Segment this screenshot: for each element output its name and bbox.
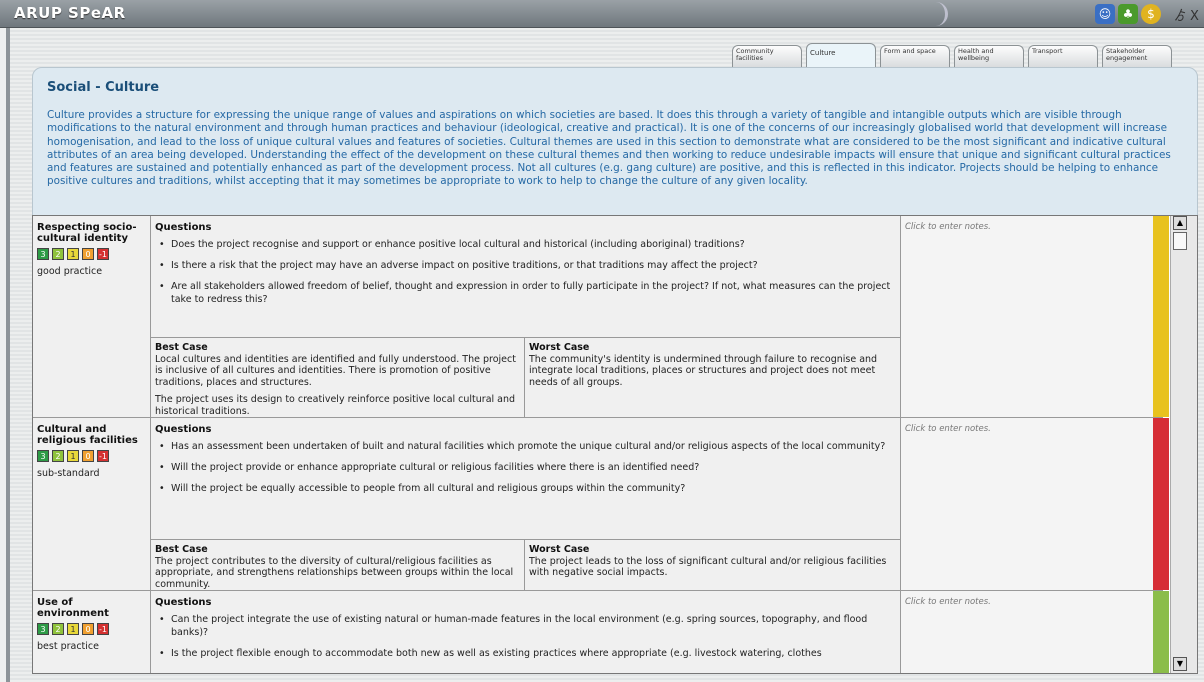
questions-list: Has an assessment been undertaken of bui… <box>157 440 892 503</box>
tab-stakeholder-engagement[interactable]: Stakeholder engagement <box>1102 45 1172 67</box>
question-item: Can the project integrate the use of exi… <box>157 613 892 639</box>
score-3-button[interactable]: 3 <box>37 623 49 635</box>
questions-heading: Questions <box>155 222 212 233</box>
worst-case-heading: Worst Case <box>529 544 590 555</box>
question-item: Is the project flexible enough to accomm… <box>157 647 892 660</box>
score-2-button[interactable]: 2 <box>52 248 64 260</box>
vertical-scrollbar[interactable]: ▲ ▼ <box>1170 216 1197 673</box>
score-minus1-button[interactable]: -1 <box>97 248 109 260</box>
notes-placeholder[interactable]: Click to enter notes. <box>905 222 991 232</box>
score-2-button[interactable]: 2 <box>52 450 64 462</box>
people-icon[interactable]: ☺ <box>1095 4 1115 24</box>
indicator-row: Use of environment 3 2 1 0 -1 best pract… <box>33 591 1169 673</box>
question-item: Is there a risk that the project may hav… <box>157 259 892 272</box>
question-item: Are all stakeholders allowed freedom of … <box>157 280 892 306</box>
indicator-name-cell: Cultural and religious facilities 3 2 1 … <box>33 418 151 590</box>
score-selector: 3 2 1 0 -1 <box>37 623 146 635</box>
window-controls[interactable]: ゟX <box>1174 5 1202 24</box>
indicator-title: Respecting socio-cultural identity <box>37 222 137 244</box>
best-case-cell: Best Case Local cultures and identities … <box>151 337 525 417</box>
app-title: ARUP SPeAR <box>14 4 126 22</box>
worst-case-text: The community's identity is undermined t… <box>529 353 878 388</box>
questions-list: Does the project recognise and support o… <box>157 238 892 314</box>
score-2-button[interactable]: 2 <box>52 623 64 635</box>
indicator-name-cell: Respecting socio-cultural identity 3 2 1… <box>33 216 151 417</box>
indicator-title: Cultural and religious facilities <box>37 424 138 446</box>
notes-cell[interactable]: Click to enter notes. <box>901 216 1153 417</box>
best-case-text: Local cultures and identities are identi… <box>155 353 516 388</box>
best-case-text-2: The project uses its design to creativel… <box>155 394 516 417</box>
questions-heading: Questions <box>155 597 212 608</box>
score-1-button[interactable]: 1 <box>67 623 79 635</box>
section-title: Social - Culture <box>47 80 160 95</box>
questions-heading: Questions <box>155 424 212 435</box>
score-0-button[interactable]: 0 <box>82 248 94 260</box>
question-item: Will the project provide or enhance appr… <box>157 461 892 474</box>
questions-list: Can the project integrate the use of exi… <box>157 613 892 668</box>
rating-label: sub-standard <box>37 468 100 479</box>
worst-case-heading: Worst Case <box>529 342 590 353</box>
worst-case-cell: Worst Case The project leads to the loss… <box>525 539 901 591</box>
notes-placeholder[interactable]: Click to enter notes. <box>905 597 991 607</box>
best-case-heading: Best Case <box>155 544 208 555</box>
rating-label: best practice <box>37 641 99 652</box>
worst-case-cell: Worst Case The community's identity is u… <box>525 337 901 417</box>
tree-icon[interactable]: ♣ <box>1118 4 1138 24</box>
section-description-panel: Social - Culture Culture provides a stru… <box>32 67 1198 226</box>
best-case-text: The project contributes to the diversity… <box>155 555 514 590</box>
score-selector: 3 2 1 0 -1 <box>37 450 146 462</box>
questions-cell: Questions Can the project integrate the … <box>151 591 901 673</box>
tab-form-and-space[interactable]: Form and space <box>880 45 950 67</box>
questions-cell: Questions Does the project recognise and… <box>151 216 901 417</box>
app-window: ARUP SPeAR ☺ ♣ $ ゟX Community facilities… <box>0 0 1204 682</box>
status-color-bar <box>1153 591 1169 673</box>
score-1-button[interactable]: 1 <box>67 248 79 260</box>
indicator-name-cell: Use of environment 3 2 1 0 -1 best pract… <box>33 591 151 673</box>
notes-cell[interactable]: Click to enter notes. <box>901 591 1153 673</box>
best-case-cell: Best Case The project contributes to the… <box>151 539 525 591</box>
score-minus1-button[interactable]: -1 <box>97 623 109 635</box>
main-content: Community facilities Culture Form and sp… <box>10 28 1204 682</box>
section-description: Culture provides a structure for express… <box>47 109 1171 188</box>
notes-cell[interactable]: Click to enter notes. <box>901 418 1153 590</box>
dollar-icon[interactable]: $ <box>1141 4 1161 24</box>
score-0-button[interactable]: 0 <box>82 450 94 462</box>
tab-health-and-wellbeing[interactable]: Health and wellbeing <box>954 45 1024 67</box>
tab-bar: Community facilities Culture Form and sp… <box>732 43 1172 67</box>
notes-placeholder[interactable]: Click to enter notes. <box>905 424 991 434</box>
score-3-button[interactable]: 3 <box>37 450 49 462</box>
title-bar[interactable]: ARUP SPeAR ☺ ♣ $ ゟX <box>0 0 1204 28</box>
best-case-heading: Best Case <box>155 342 208 353</box>
tab-transport[interactable]: Transport <box>1028 45 1098 67</box>
score-1-button[interactable]: 1 <box>67 450 79 462</box>
questions-cell: Questions Has an assessment been underta… <box>151 418 901 591</box>
status-color-bar <box>1153 216 1169 417</box>
tab-culture[interactable]: Culture <box>806 43 876 67</box>
question-item: Does the project recognise and support o… <box>157 238 892 251</box>
question-item: Will the project be equally accessible t… <box>157 482 892 495</box>
category-icons: ☺ ♣ $ <box>1095 4 1161 24</box>
rating-label: good practice <box>37 266 103 277</box>
tab-community-facilities[interactable]: Community facilities <box>732 45 802 67</box>
worst-case-text: The project leads to the loss of signifi… <box>529 555 887 579</box>
indicator-row: Cultural and religious facilities 3 2 1 … <box>33 418 1169 591</box>
question-item: Has an assessment been undertaken of bui… <box>157 440 892 453</box>
score-minus1-button[interactable]: -1 <box>97 450 109 462</box>
indicator-table: Respecting socio-cultural identity 3 2 1… <box>32 215 1198 674</box>
status-color-bar <box>1153 418 1169 590</box>
scroll-down-icon[interactable]: ▼ <box>1173 657 1187 671</box>
indicator-row: Respecting socio-cultural identity 3 2 1… <box>33 216 1169 418</box>
indicator-title: Use of environment <box>37 597 109 619</box>
score-selector: 3 2 1 0 -1 <box>37 248 146 260</box>
scroll-up-icon[interactable]: ▲ <box>1173 216 1187 230</box>
title-bar-decoration <box>930 2 948 26</box>
scroll-thumb[interactable] <box>1173 232 1187 250</box>
score-3-button[interactable]: 3 <box>37 248 49 260</box>
score-0-button[interactable]: 0 <box>82 623 94 635</box>
